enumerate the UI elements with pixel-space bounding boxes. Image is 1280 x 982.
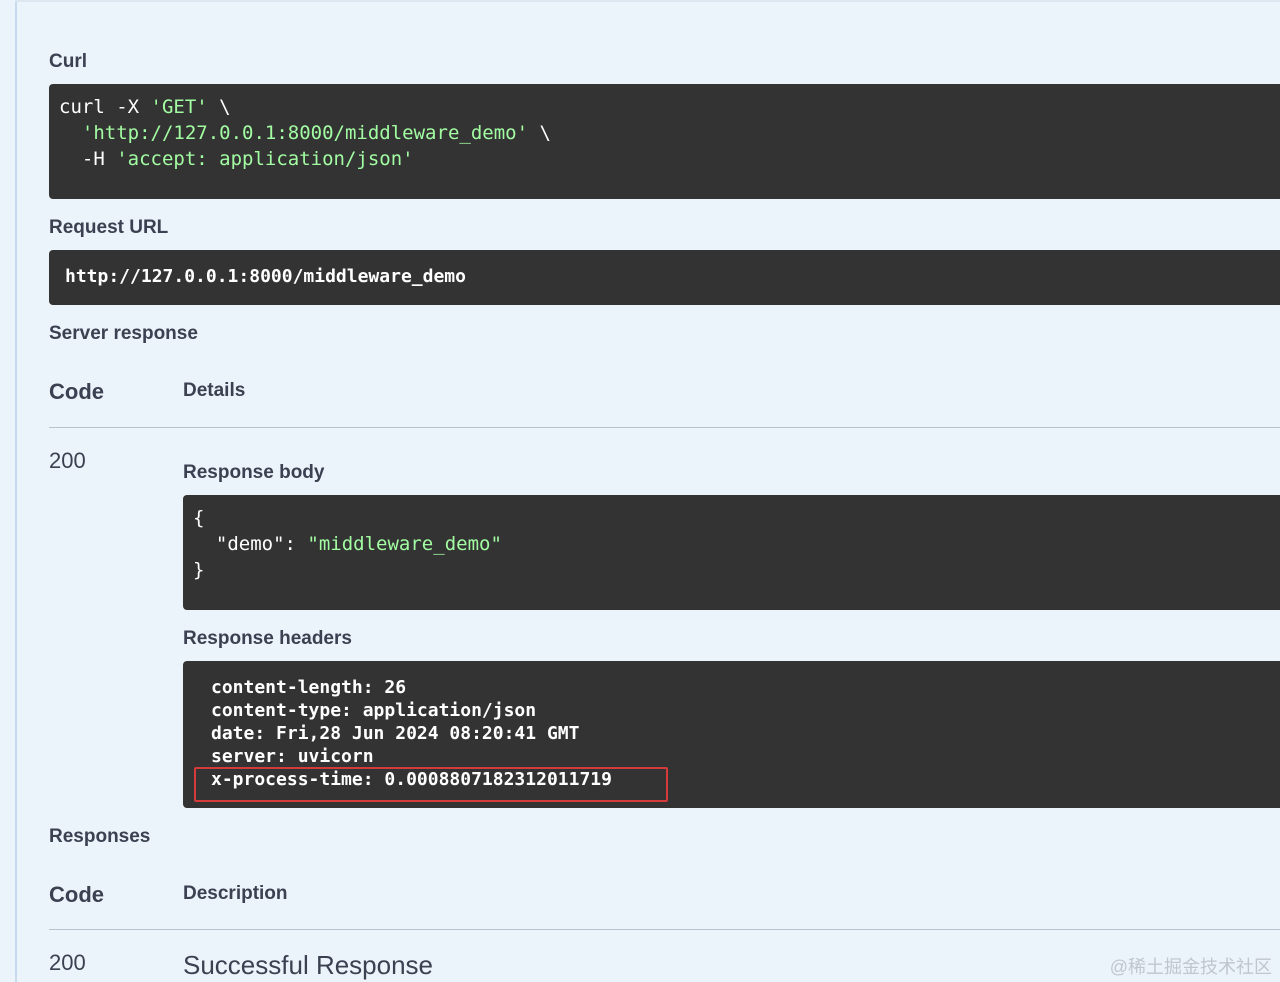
curl-line1-prefix: curl -X (59, 96, 151, 118)
curl-url: 'http://127.0.0.1:8000/middleware_demo' (81, 122, 529, 144)
curl-label: Curl (49, 51, 87, 72)
curl-code-block[interactable]: curl -X 'GET' \ 'http://127.0.0.1:8000/m… (49, 84, 1280, 199)
header-date: date: Fri,28 Jun 2024 08:20:41 GMT (211, 723, 580, 744)
responses-code: 200 (49, 950, 86, 975)
response-headers-label: Response headers (183, 628, 352, 649)
server-response-col-details: Details (183, 380, 246, 401)
responses-description: Successful Response (183, 950, 434, 980)
response-body-colon: : (284, 533, 308, 555)
curl-method: 'GET' (150, 96, 208, 118)
response-body-open: { (193, 507, 205, 529)
curl-line2-suffix: \ (528, 122, 551, 144)
header-content-length: content-length: 26 (211, 677, 407, 698)
responses-col-code: Code (49, 882, 104, 907)
request-url-label: Request URL (49, 217, 169, 238)
response-body-indent (193, 533, 216, 555)
header-content-type: content-type: application/json (211, 700, 537, 721)
responses-col-description: Description (183, 883, 288, 904)
response-body-key: "demo" (215, 533, 285, 555)
swagger-operation-panel: Curl curl -X 'GET' \ 'http://127.0.0.1:8… (0, 0, 1280, 982)
panel-top-border (15, 0, 1280, 2)
response-body-value: "middleware_demo" (307, 533, 502, 555)
curl-line1-suffix: \ (207, 96, 231, 118)
x-process-time-highlight (194, 767, 668, 802)
watermark: @稀土掘金技术社区 (1109, 957, 1272, 977)
curl-line3-prefix: -H (59, 148, 117, 170)
server-response-label: Server response (49, 323, 198, 344)
request-url-block[interactable]: http://127.0.0.1:8000/middleware_demo (49, 250, 1280, 305)
server-response-divider (49, 427, 1280, 428)
response-body-close: } (193, 559, 205, 581)
header-server: server: uvicorn (211, 746, 374, 767)
panel-left-border (15, 0, 17, 982)
server-response-col-code: Code (49, 379, 104, 404)
server-response-code: 200 (49, 448, 86, 473)
responses-divider (49, 929, 1280, 930)
curl-line2-indent (59, 122, 82, 144)
response-body-block[interactable]: { "demo": "middleware_demo" } (183, 495, 1280, 610)
request-url-value: http://127.0.0.1:8000/middleware_demo (65, 266, 466, 287)
curl-header: 'accept: application/json' (116, 148, 414, 170)
response-body-label: Response body (183, 462, 325, 483)
responses-label: Responses (49, 826, 151, 847)
